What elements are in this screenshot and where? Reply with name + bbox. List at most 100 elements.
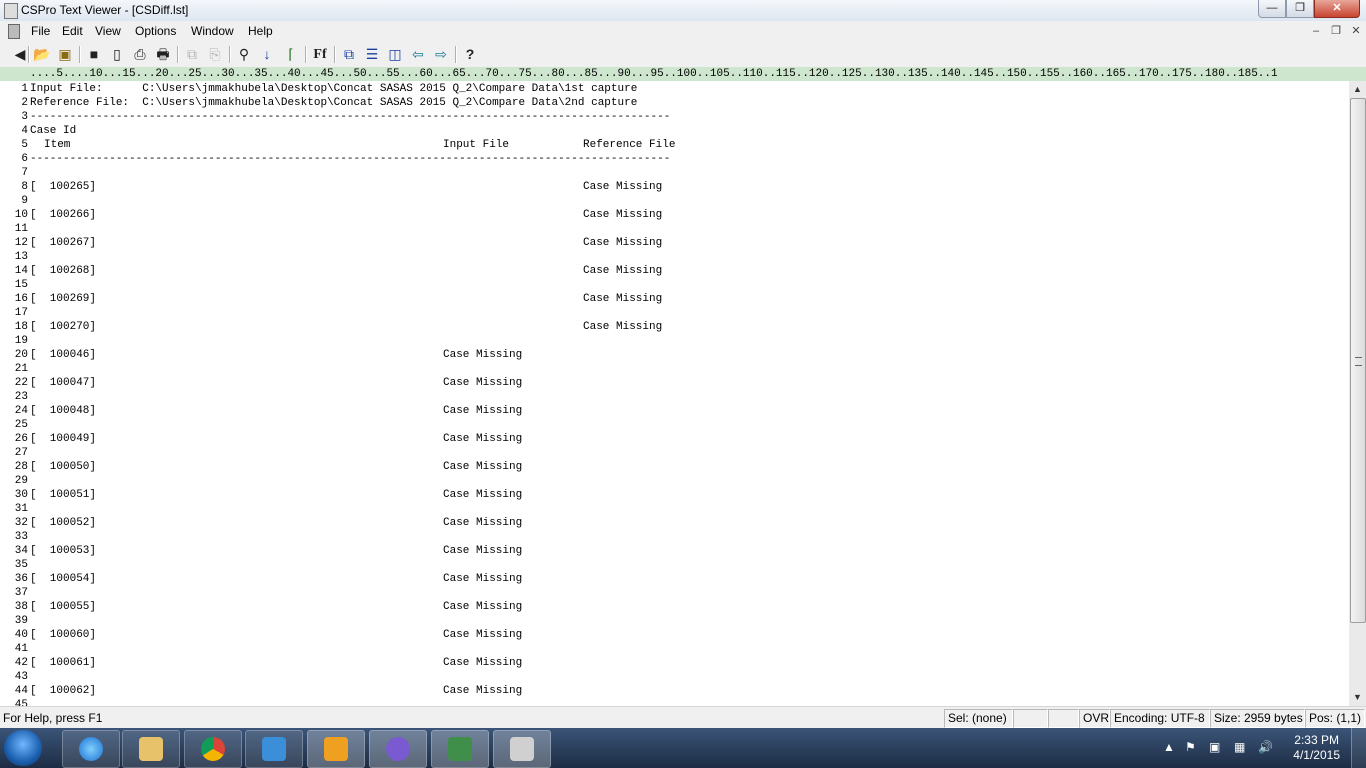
print-icon[interactable]: 🖶 (153, 45, 173, 64)
line-number: 22 (14, 377, 28, 389)
menu-edit[interactable]: Edit (62, 24, 83, 38)
line-number: 35 (14, 559, 28, 571)
show-hidden-icons-icon[interactable]: ▲ (1163, 740, 1175, 754)
cascade-icon[interactable]: ⧉ (339, 45, 359, 64)
line-number: 10 (14, 209, 28, 221)
taskbar-chrome[interactable] (184, 730, 242, 768)
tile-vertical-icon[interactable]: ◫ (385, 45, 405, 64)
taskbar: ▲ ⚑ ▣ ▦ 🔊 2:33 PM 4/1/2015 (0, 728, 1366, 768)
find-icon[interactable]: ⚲ (234, 45, 254, 64)
help-icon[interactable]: ? (460, 45, 480, 64)
input-file-status: Case Missing (443, 629, 523, 641)
case-id: [ 100047] (30, 377, 97, 389)
taskbar-internet-explorer[interactable] (62, 730, 120, 768)
status-overwrite: OVR (1079, 709, 1110, 728)
taskbar-outlook[interactable] (307, 730, 365, 768)
line-number: 1 (21, 83, 28, 95)
taskbar-data-entry[interactable] (431, 730, 489, 768)
menu-options[interactable]: Options (135, 24, 176, 38)
line-number: 2 (21, 97, 28, 109)
scroll-thumb[interactable] (1350, 98, 1366, 623)
network-icon[interactable]: ▦ (1234, 740, 1245, 754)
input-file-status: Case Missing (443, 461, 523, 473)
line-number: 8 (21, 181, 28, 193)
case-id: [ 100266] (30, 209, 97, 221)
line-number: 44 (14, 685, 28, 697)
find-next-icon[interactable]: ↓ (257, 45, 277, 64)
vertical-scrollbar[interactable]: ▲ ▼ (1349, 81, 1366, 706)
line-number: 39 (14, 615, 28, 627)
mdi-minimize-button[interactable]: – (1306, 21, 1326, 41)
print-preview-icon[interactable]: ⎙ (130, 45, 150, 64)
menu-file[interactable]: File (31, 24, 50, 38)
folder-icon (139, 737, 163, 761)
text-viewer-icon (510, 737, 534, 761)
taskbar-text-viewer[interactable] (493, 730, 551, 768)
input-file-status: Case Missing (443, 489, 523, 501)
status-blank-1 (1013, 709, 1048, 728)
menu-window[interactable]: Window (191, 24, 234, 38)
mdi-controls: – ❐ ✕ (1306, 21, 1366, 41)
case-id: [ 100062] (30, 685, 97, 697)
menu-help[interactable]: Help (248, 24, 273, 38)
open-folder-icon[interactable]: ▣ (55, 45, 75, 64)
volume-icon[interactable]: 🔊 (1258, 740, 1273, 754)
grip-icon (1355, 357, 1362, 366)
line-number: 32 (14, 517, 28, 529)
mdi-close-button[interactable]: ✕ (1346, 21, 1366, 41)
maximize-button[interactable]: ❐ (1286, 0, 1314, 18)
line-number: 3 (21, 111, 28, 123)
case-id: [ 100053] (30, 545, 97, 557)
previous-window-icon[interactable]: ⇦ (408, 45, 428, 64)
document-icon[interactable] (8, 24, 20, 39)
taskbar-media-player[interactable] (245, 730, 303, 768)
line-number: 7 (21, 167, 28, 179)
start-button[interactable] (4, 730, 42, 766)
title-bar: CSPro Text Viewer - [CSDiff.lst] — ❐ ✕ (0, 0, 1366, 22)
line-number: 21 (14, 363, 28, 375)
close-button[interactable]: ✕ (1314, 0, 1360, 18)
app-icon[interactable] (4, 3, 18, 19)
input-file-status: Case Missing (443, 405, 523, 417)
open-icon[interactable]: 📂 (32, 45, 52, 64)
text-editor[interactable]: 1 Input File: C:\Users\jmmakhubela\Deskto… (0, 81, 1349, 706)
taskbar-file-explorer[interactable] (122, 730, 180, 768)
line-number: 34 (14, 545, 28, 557)
menu-view[interactable]: View (95, 24, 121, 38)
case-id: [ 100055] (30, 601, 97, 613)
reference-file-status: Case Missing (583, 293, 663, 305)
next-window-icon[interactable]: ⇨ (431, 45, 451, 64)
cspro-icon (386, 737, 410, 761)
mdi-restore-button[interactable]: ❐ (1326, 21, 1346, 41)
scroll-down-icon[interactable]: ▼ (1349, 689, 1366, 706)
status-bar: For Help, press F1 Sel: (none) OVR Encod… (0, 706, 1366, 729)
status-blank-2 (1048, 709, 1079, 728)
line-number: 16 (14, 293, 28, 305)
data-entry-icon (448, 737, 472, 761)
minimize-button[interactable]: — (1258, 0, 1286, 18)
clock-time: 2:33 PM (1294, 733, 1339, 747)
scroll-up-icon[interactable]: ▲ (1349, 81, 1366, 98)
show-desktop-button[interactable] (1351, 728, 1366, 768)
line-number: 19 (14, 335, 28, 347)
new-icon[interactable]: ▯ (107, 45, 127, 64)
back-icon[interactable]: ◀ (10, 45, 30, 64)
line-number: 20 (14, 349, 28, 361)
reference-file-status: Case Missing (583, 181, 663, 193)
case-id: [ 100265] (30, 181, 97, 193)
input-file-status: Case Missing (443, 573, 523, 585)
taskbar-cspro[interactable] (369, 730, 427, 768)
copy-icon: ⧉ (187, 46, 197, 62)
column-header-reference-file: Reference File (583, 139, 676, 151)
action-center-icon[interactable]: ⚑ (1185, 740, 1196, 754)
reference-file-status: Case Missing (583, 209, 663, 221)
save-icon[interactable]: ■ (84, 45, 104, 64)
line-number: 14 (14, 265, 28, 277)
font-icon[interactable]: Ff (310, 45, 330, 64)
ruler-icon[interactable]: ⌈ (281, 45, 301, 64)
device-icon[interactable]: ▣ (1209, 740, 1220, 754)
line-number: 31 (14, 503, 28, 515)
system-clock[interactable]: 2:33 PM 4/1/2015 (1293, 733, 1340, 763)
line-number: 17 (14, 307, 28, 319)
tile-horizontal-icon[interactable]: ☰ (362, 45, 382, 64)
